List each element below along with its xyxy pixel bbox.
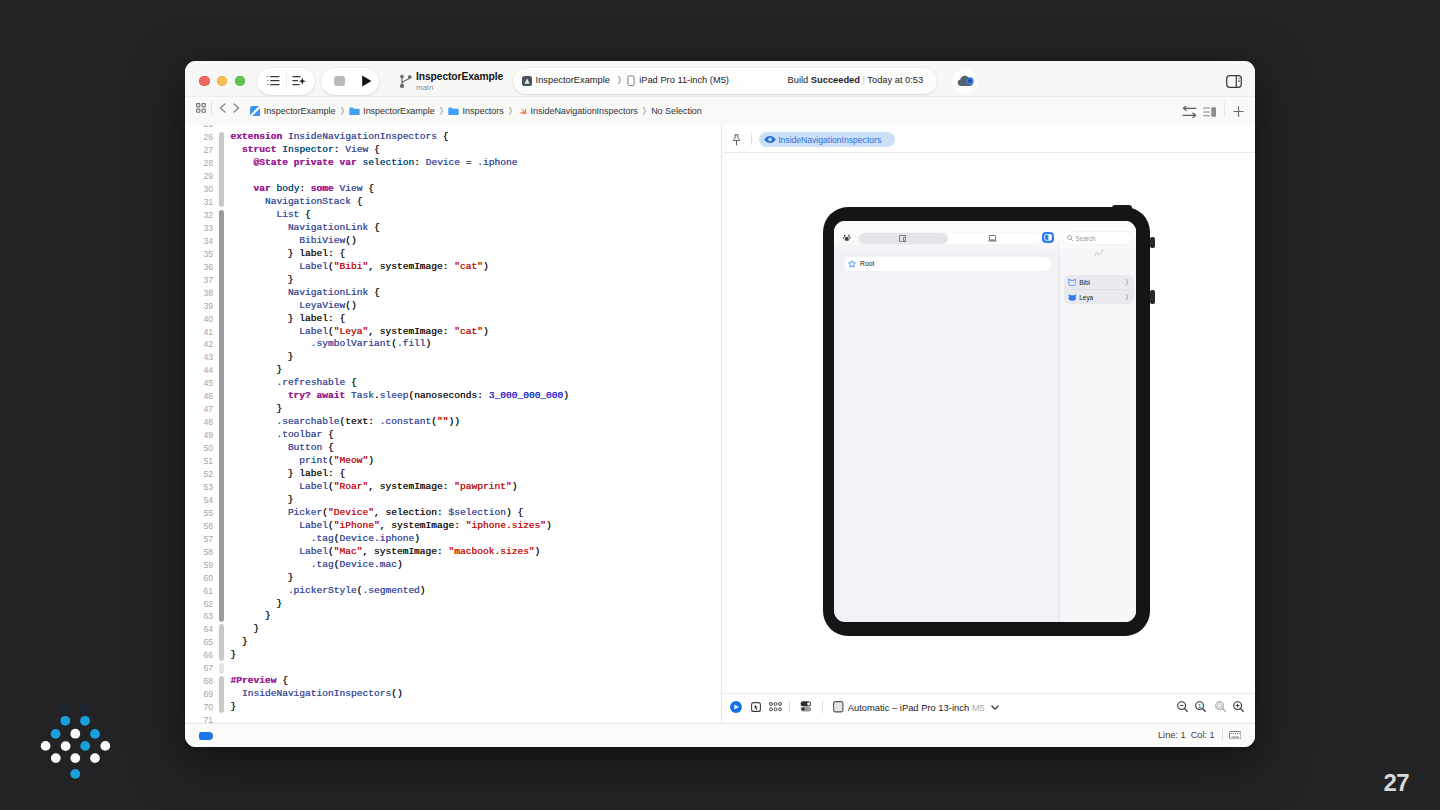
svg-text:1: 1 — [1198, 703, 1202, 709]
